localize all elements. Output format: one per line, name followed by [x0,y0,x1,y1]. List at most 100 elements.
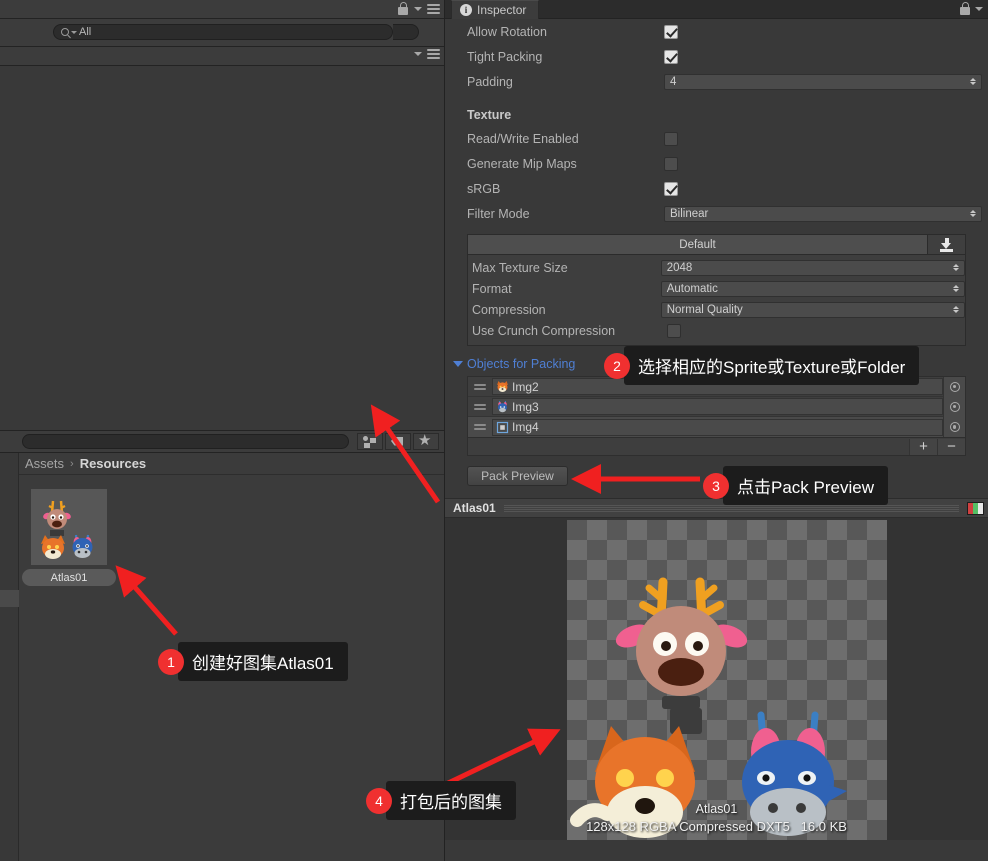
breadcrumb: Assets › Resources [19,453,444,475]
padding-field[interactable]: 4 [664,73,982,90]
tab-inspector[interactable]: i Inspector [451,0,540,19]
annotation-text: 选择相应的Sprite或Texture或Folder [624,346,920,385]
search-input[interactable]: All [53,24,393,40]
property-label: Max Texture Size [472,260,568,275]
drag-handle-icon[interactable] [468,424,492,430]
inspector-content: Allow Rotation Tight Packing Padding 4 T… [445,19,988,840]
download-icon[interactable] [927,235,965,254]
texture-icon [496,421,509,433]
stepper-arrows-icon[interactable] [970,77,976,85]
project-folder-tree[interactable] [0,453,19,861]
search-icon [61,28,69,36]
object-filter-icon[interactable] [357,433,383,450]
property-row-mipmaps: Generate Mip Maps [445,151,988,176]
asset-label: Atlas01 [22,569,116,586]
property-row-padding: Padding 4 [445,69,988,94]
asset-thumbnail [31,489,107,565]
property-label: Compression [472,302,546,317]
project-search-input[interactable] [22,434,349,449]
property-label: Format [472,281,512,296]
chevron-down-icon[interactable] [975,6,983,11]
rgba-channel-icon[interactable] [967,501,984,515]
preview-area[interactable]: Atlas01 128x128 RGBA Compressed DXT5 16.… [445,518,988,840]
hierarchy-secondary-bar [0,47,444,66]
property-row-allow-rotation: Allow Rotation [445,19,988,44]
chevron-down-icon[interactable] [453,361,463,367]
search-clear-button[interactable] [393,24,419,40]
format-dropdown[interactable]: Automatic [660,280,965,297]
read-write-enabled-checkbox[interactable] [664,131,678,146]
property-label: Generate Mip Maps [467,156,577,171]
property-row-read-write: Read/Write Enabled [445,126,988,151]
chevron-down-icon[interactable] [953,263,959,271]
atlas-preview-image [570,577,847,838]
list-item[interactable]: Img4 [468,417,965,437]
add-item-button[interactable]: + [909,438,937,455]
allow-rotation-checkbox[interactable] [664,24,678,39]
preview-resize-grip[interactable] [503,504,959,512]
annotation-4: 4 打包后的图集 [366,781,516,820]
chevron-down-icon[interactable] [970,209,976,217]
object-picker-button[interactable] [943,376,965,397]
annotation-badge: 4 [366,787,392,814]
preview-info: 128x128 RGBA Compressed DXT5 16.0 KB [586,819,847,834]
generate-mip-maps-checkbox[interactable] [664,156,678,171]
annotation-2: 2 选择相应的Sprite或Texture或Folder [604,346,920,385]
asset-tile-atlas01[interactable]: Atlas01 [22,489,116,586]
object-picker-button[interactable] [943,417,965,437]
breadcrumb-assets[interactable]: Assets [25,456,64,471]
breadcrumb-separator-icon: › [70,457,74,470]
compression-dropdown[interactable]: Normal Quality [660,301,965,318]
chevron-down-icon[interactable] [414,52,422,56]
inspector-tabbar: i Inspector [445,0,988,19]
section-header-texture: Texture [445,104,988,126]
srgb-checkbox[interactable] [664,181,678,196]
hierarchy-search-row: All [0,19,444,47]
hamburger-menu-icon[interactable] [427,3,440,14]
filter-mode-dropdown[interactable]: Bilinear [664,205,982,222]
donkey-sprite-icon [498,400,507,413]
hierarchy-secondary-icons [414,49,440,59]
project-search-row [0,431,444,453]
hierarchy-content-area[interactable] [0,66,444,431]
max-texture-size-dropdown[interactable]: 2048 [660,259,965,276]
object-picker-button[interactable] [943,396,965,417]
annotation-text: 点击Pack Preview [723,466,888,505]
pack-preview-button[interactable]: Pack Preview [467,466,568,486]
tab-default-platform[interactable]: Default [468,235,927,254]
object-field[interactable]: Img3 [492,398,943,415]
property-label: Tight Packing [467,49,543,64]
use-crunch-compression-checkbox[interactable] [667,323,681,338]
project-filter-tools [357,433,439,450]
info-icon: i [460,4,472,16]
hamburger-menu-icon[interactable] [427,49,440,59]
chevron-down-icon[interactable] [414,6,422,11]
object-field-value: Img2 [512,379,539,394]
annotation-badge: 1 [158,648,184,675]
object-field[interactable]: Img4 [492,418,943,436]
remove-item-button[interactable]: − [937,438,965,455]
property-label: Padding [467,74,513,89]
breadcrumb-resources[interactable]: Resources [80,456,146,471]
list-footer-toolbar: + − [467,438,966,456]
unity-editor-window: All Assets › Resources Atlas01 i Inspect… [0,0,988,861]
list-item[interactable]: Img3 [468,396,965,417]
lock-icon[interactable] [960,2,971,15]
project-folder-tree-selected-row[interactable] [0,590,19,607]
favorite-star-icon[interactable] [413,433,439,450]
fox-sprite-icon [497,381,508,392]
atlas-thumbnail-image [31,489,107,565]
drag-handle-icon[interactable] [468,383,492,390]
annotation-badge: 3 [703,472,729,499]
lock-icon[interactable] [398,2,409,15]
chevron-down-icon[interactable] [953,284,959,292]
chevron-down-icon[interactable] [953,305,959,313]
max-texture-size-value: 2048 [666,261,693,274]
annotation-text: 创建好图集Atlas01 [178,642,348,681]
drag-handle-icon[interactable] [468,403,492,410]
label-filter-icon[interactable] [385,433,411,450]
platform-tab-label: Default [679,238,716,251]
tight-packing-checkbox[interactable] [664,49,678,64]
property-row-srgb: sRGB [445,176,988,201]
search-dropdown-icon[interactable] [71,30,77,34]
